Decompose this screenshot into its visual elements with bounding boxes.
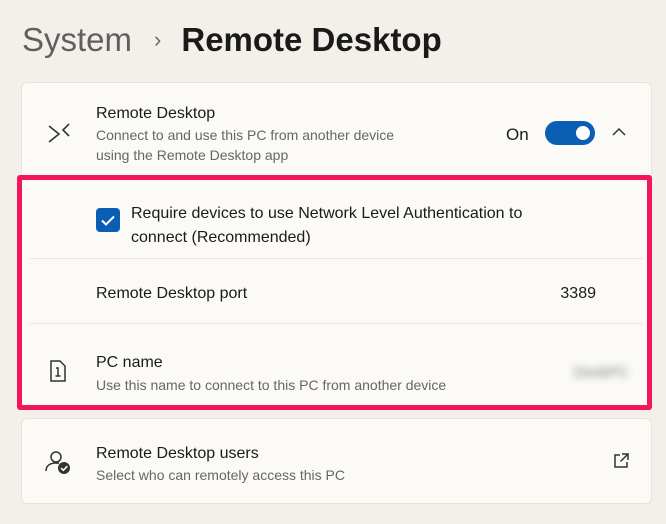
check-icon bbox=[101, 215, 115, 226]
page-title: Remote Desktop bbox=[181, 21, 442, 58]
pc-name-value: DeskPC bbox=[573, 364, 629, 381]
remote-desktop-card: Remote Desktop Connect to and use this P… bbox=[21, 82, 652, 410]
remote-desktop-icon bbox=[46, 121, 72, 152]
pc-name-description: Use this name to connect to this PC from… bbox=[96, 377, 447, 393]
breadcrumb-separator: › bbox=[154, 27, 162, 52]
users-description: Select who can remotely access this PC bbox=[96, 467, 345, 483]
user-check-icon bbox=[44, 449, 72, 480]
open-external-icon[interactable] bbox=[612, 452, 630, 475]
users-title: Remote Desktop users bbox=[96, 445, 259, 462]
port-label: Remote Desktop port bbox=[96, 285, 248, 302]
remote-desktop-description: Connect to and use this PC from another … bbox=[96, 127, 395, 163]
remote-desktop-toggle[interactable] bbox=[545, 121, 595, 145]
port-row: Remote Desktop port 3389 bbox=[22, 259, 651, 323]
nla-row: Require devices to use Network Level Aut… bbox=[22, 176, 651, 258]
pc-name-row: PC name Use this name to connect to this… bbox=[22, 324, 651, 408]
pc-info-icon bbox=[48, 359, 68, 388]
toggle-knob bbox=[576, 126, 590, 140]
remote-desktop-row[interactable]: Remote Desktop Connect to and use this P… bbox=[22, 83, 651, 175]
breadcrumb-system[interactable]: System bbox=[22, 21, 132, 59]
nla-label[interactable]: Require devices to use Network Level Aut… bbox=[131, 202, 581, 250]
nla-checkbox[interactable] bbox=[96, 208, 120, 232]
breadcrumb: System › Remote Desktop bbox=[22, 18, 442, 62]
toggle-state-label: On bbox=[506, 125, 529, 144]
pc-name-title: PC name bbox=[96, 354, 163, 371]
chevron-up-icon[interactable] bbox=[611, 125, 627, 143]
remote-desktop-title: Remote Desktop bbox=[96, 105, 216, 122]
remote-desktop-users-card[interactable]: Remote Desktop users Select who can remo… bbox=[21, 418, 652, 504]
port-value: 3389 bbox=[560, 285, 596, 302]
